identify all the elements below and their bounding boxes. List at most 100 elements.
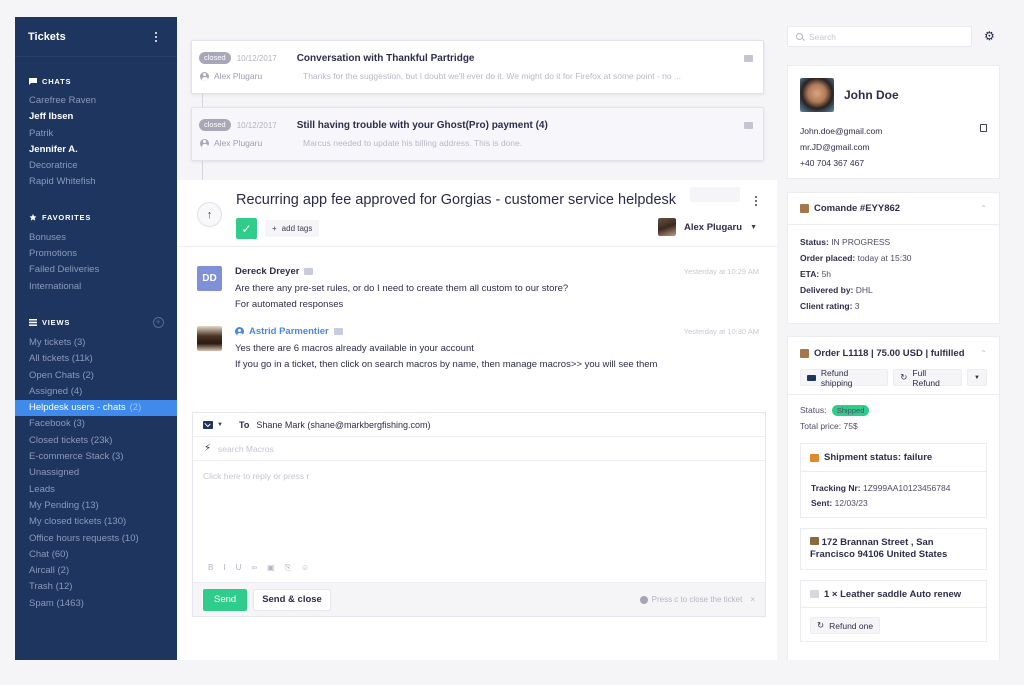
- shipment-status: Shipment status: failure: [824, 452, 933, 463]
- favorites-section: FAVORITES Bonuses Promotions Failed Delive…: [15, 208, 177, 295]
- sidebar-item-view[interactable]: My closed tickets (130): [15, 514, 177, 530]
- gear-icon[interactable]: ⚙: [984, 30, 995, 42]
- sidebar-item-view[interactable]: Chat (60): [15, 547, 177, 563]
- sidebar-item-view[interactable]: Aircall (2): [15, 563, 177, 579]
- conversation-card[interactable]: closed 10/12/2017 Still having trouble w…: [191, 107, 764, 161]
- line-item-actions: ↻ Refund one: [801, 608, 986, 641]
- chats-section: CHATS Carefree Raven Jeff Ibsen Patrik Jenn…: [15, 71, 177, 191]
- customer-email-secondary[interactable]: mr.JD@gmail.com: [800, 142, 870, 152]
- sidebar-item-view[interactable]: Office hours requests (10): [15, 531, 177, 547]
- conversation-title: Conversation with Thankful Partridge: [296, 52, 475, 64]
- copy-icon[interactable]: [980, 124, 987, 132]
- sidebar-item-favorite[interactable]: Promotions: [15, 246, 177, 262]
- sidebar-item-chat[interactable]: Carefree Raven: [15, 93, 177, 109]
- lightning-icon: ⚡︎: [204, 443, 212, 454]
- search-box[interactable]: [787, 26, 972, 47]
- view-label: My closed tickets (130): [29, 516, 127, 528]
- sidebar-item-view[interactable]: Trash (12): [15, 579, 177, 595]
- line-item-title: 1 × Leather saddle Auto renew: [824, 588, 962, 600]
- add-view-button[interactable]: +: [153, 317, 164, 329]
- composer-footer: Send Send & close Press c to close the t…: [193, 582, 765, 616]
- chevron-up-icon[interactable]: ⌃: [980, 349, 987, 358]
- view-label: Closed tickets (23k): [29, 434, 113, 446]
- order-card-header[interactable]: Order L1118 | 75.00 USD | fulfilled ⌃: [788, 337, 999, 369]
- italic-icon[interactable]: I: [223, 563, 225, 573]
- customer-phone[interactable]: +40 704 367 467: [800, 158, 864, 168]
- sidebar-item-view[interactable]: All tickets (11k): [15, 351, 177, 367]
- order-total: Total price: 75$: [800, 421, 987, 431]
- close-ticket-button[interactable]: ✓: [236, 218, 257, 239]
- order-card: Order L1118 | 75.00 USD | fulfilled ⌃ Re…: [787, 336, 1000, 660]
- refund-shipping-label: Refund shipping: [820, 367, 853, 388]
- send-and-close-button[interactable]: Send & close: [253, 588, 331, 611]
- sidebar-item-favorite[interactable]: Bonuses: [15, 230, 177, 246]
- message-text: For automated responses: [235, 299, 344, 310]
- ticket-title[interactable]: Recurring app fee approved for Gorgias -…: [236, 192, 676, 208]
- sidebar-item-chat[interactable]: Rapid Whitefish: [15, 174, 177, 190]
- order-card-header[interactable]: Comande #EYY862 ⌃: [788, 193, 999, 225]
- agent-icon: [235, 327, 244, 336]
- chat-bubble-icon: [29, 77, 37, 85]
- sidebar-item-chat[interactable]: Jennifer A.: [15, 142, 177, 158]
- sidebar-item-chat[interactable]: Patrik: [15, 126, 177, 142]
- image-icon[interactable]: ▣: [267, 563, 275, 573]
- author-name: Dereck Dreyer: [235, 266, 300, 277]
- order-title: Order L1118 | 75.00 USD | fulfilled: [814, 347, 965, 359]
- sidebar-item-view[interactable]: E-commerce Stack (3): [15, 449, 177, 465]
- search-input[interactable]: [809, 31, 959, 42]
- macro-search-input[interactable]: search Macros: [218, 444, 274, 454]
- address-card: 172 Brannan Street , San Francisco 94106…: [800, 528, 987, 570]
- more-actions-dropdown[interactable]: ▼: [967, 369, 987, 386]
- underline-icon[interactable]: U: [236, 563, 242, 573]
- link-icon[interactable]: ∞: [251, 563, 257, 573]
- refund-shipping-button[interactable]: Refund shipping: [800, 367, 889, 388]
- sidebar-item-chat[interactable]: Jeff Ibsen: [15, 109, 177, 125]
- sidebar-item-favorite[interactable]: International: [15, 279, 177, 295]
- chevron-up-icon[interactable]: ⌃: [980, 204, 987, 213]
- sidebar-item-view-active[interactable]: Helpdesk users - chats (2): [15, 400, 177, 417]
- conversation-card[interactable]: closed 10/12/2017 Conversation with Than…: [191, 40, 764, 94]
- sidebar-item-view[interactable]: Leads: [15, 482, 177, 498]
- assignee-dropdown[interactable]: Alex Plugaru ▼: [657, 218, 757, 236]
- sidebar-item-view[interactable]: Unassigned: [15, 465, 177, 481]
- customer-email[interactable]: John.doe@gmail.com: [800, 126, 882, 136]
- sidebar-title: Tickets: [28, 30, 66, 43]
- sidebar-item-favorite[interactable]: Failed Deliveries: [15, 262, 177, 278]
- sidebar-item-view[interactable]: My Pending (13): [15, 498, 177, 514]
- add-tags-button[interactable]: + add tags: [265, 220, 320, 237]
- current-ticket: ↑ Recurring app fee approved for Gorgias…: [177, 180, 777, 660]
- sidebar-item-view[interactable]: Closed tickets (23k): [15, 433, 177, 449]
- sidebar-item-view[interactable]: My tickets (3): [15, 335, 177, 351]
- refund-one-button[interactable]: ↻ Refund one: [810, 617, 881, 634]
- bold-icon[interactable]: B: [208, 563, 213, 573]
- recipient-field[interactable]: Shane Mark (shane@markbergfishing.com): [256, 420, 430, 430]
- tracking-value[interactable]: 1Z999AA10123456784: [863, 483, 950, 493]
- sidebar-item-view[interactable]: Spam (1463): [15, 596, 177, 612]
- field-value: today at 15:30: [857, 253, 912, 263]
- search-icon: [796, 33, 803, 40]
- close-hint: Press c to close the ticket ×: [639, 595, 755, 604]
- sidebar-item-view[interactable]: Open Chats (2): [15, 368, 177, 384]
- shipment-card: Shipment status: failure Tracking Nr: 1Z…: [800, 443, 987, 518]
- tracking-number: Tracking Nr: 1Z999AA10123456784: [811, 483, 976, 493]
- sidebar-item-view[interactable]: Facebook (3): [15, 416, 177, 432]
- chat-icon: [333, 328, 343, 335]
- sidebar-item-view[interactable]: Assigned (4): [15, 384, 177, 400]
- conversation-date: 10/12/2017: [236, 53, 277, 63]
- channel-selector[interactable]: ▼: [203, 420, 239, 429]
- scroll-up-button[interactable]: ↑: [197, 202, 222, 227]
- attachment-icon[interactable]: ⎘: [285, 563, 291, 573]
- favorites-section-header: FAVORITES: [15, 208, 177, 228]
- sent-value: 12/03/23: [834, 498, 868, 508]
- view-label: My tickets (3): [29, 336, 86, 348]
- macro-search-row[interactable]: ⚡︎ search Macros: [193, 437, 765, 461]
- emoji-icon[interactable]: ☺: [301, 563, 309, 573]
- dismiss-hint-icon[interactable]: ×: [750, 595, 755, 604]
- ticket-more-icon[interactable]: [751, 194, 761, 208]
- send-button[interactable]: Send: [203, 588, 248, 611]
- reply-textarea[interactable]: Click here to reply or press r: [193, 461, 765, 561]
- order-field: Order placed: today at 15:30: [800, 253, 987, 264]
- full-refund-button[interactable]: ↻ Full Refund: [893, 368, 963, 388]
- sidebar-item-chat[interactable]: Decoratrice: [15, 158, 177, 174]
- more-options-icon[interactable]: [151, 30, 161, 44]
